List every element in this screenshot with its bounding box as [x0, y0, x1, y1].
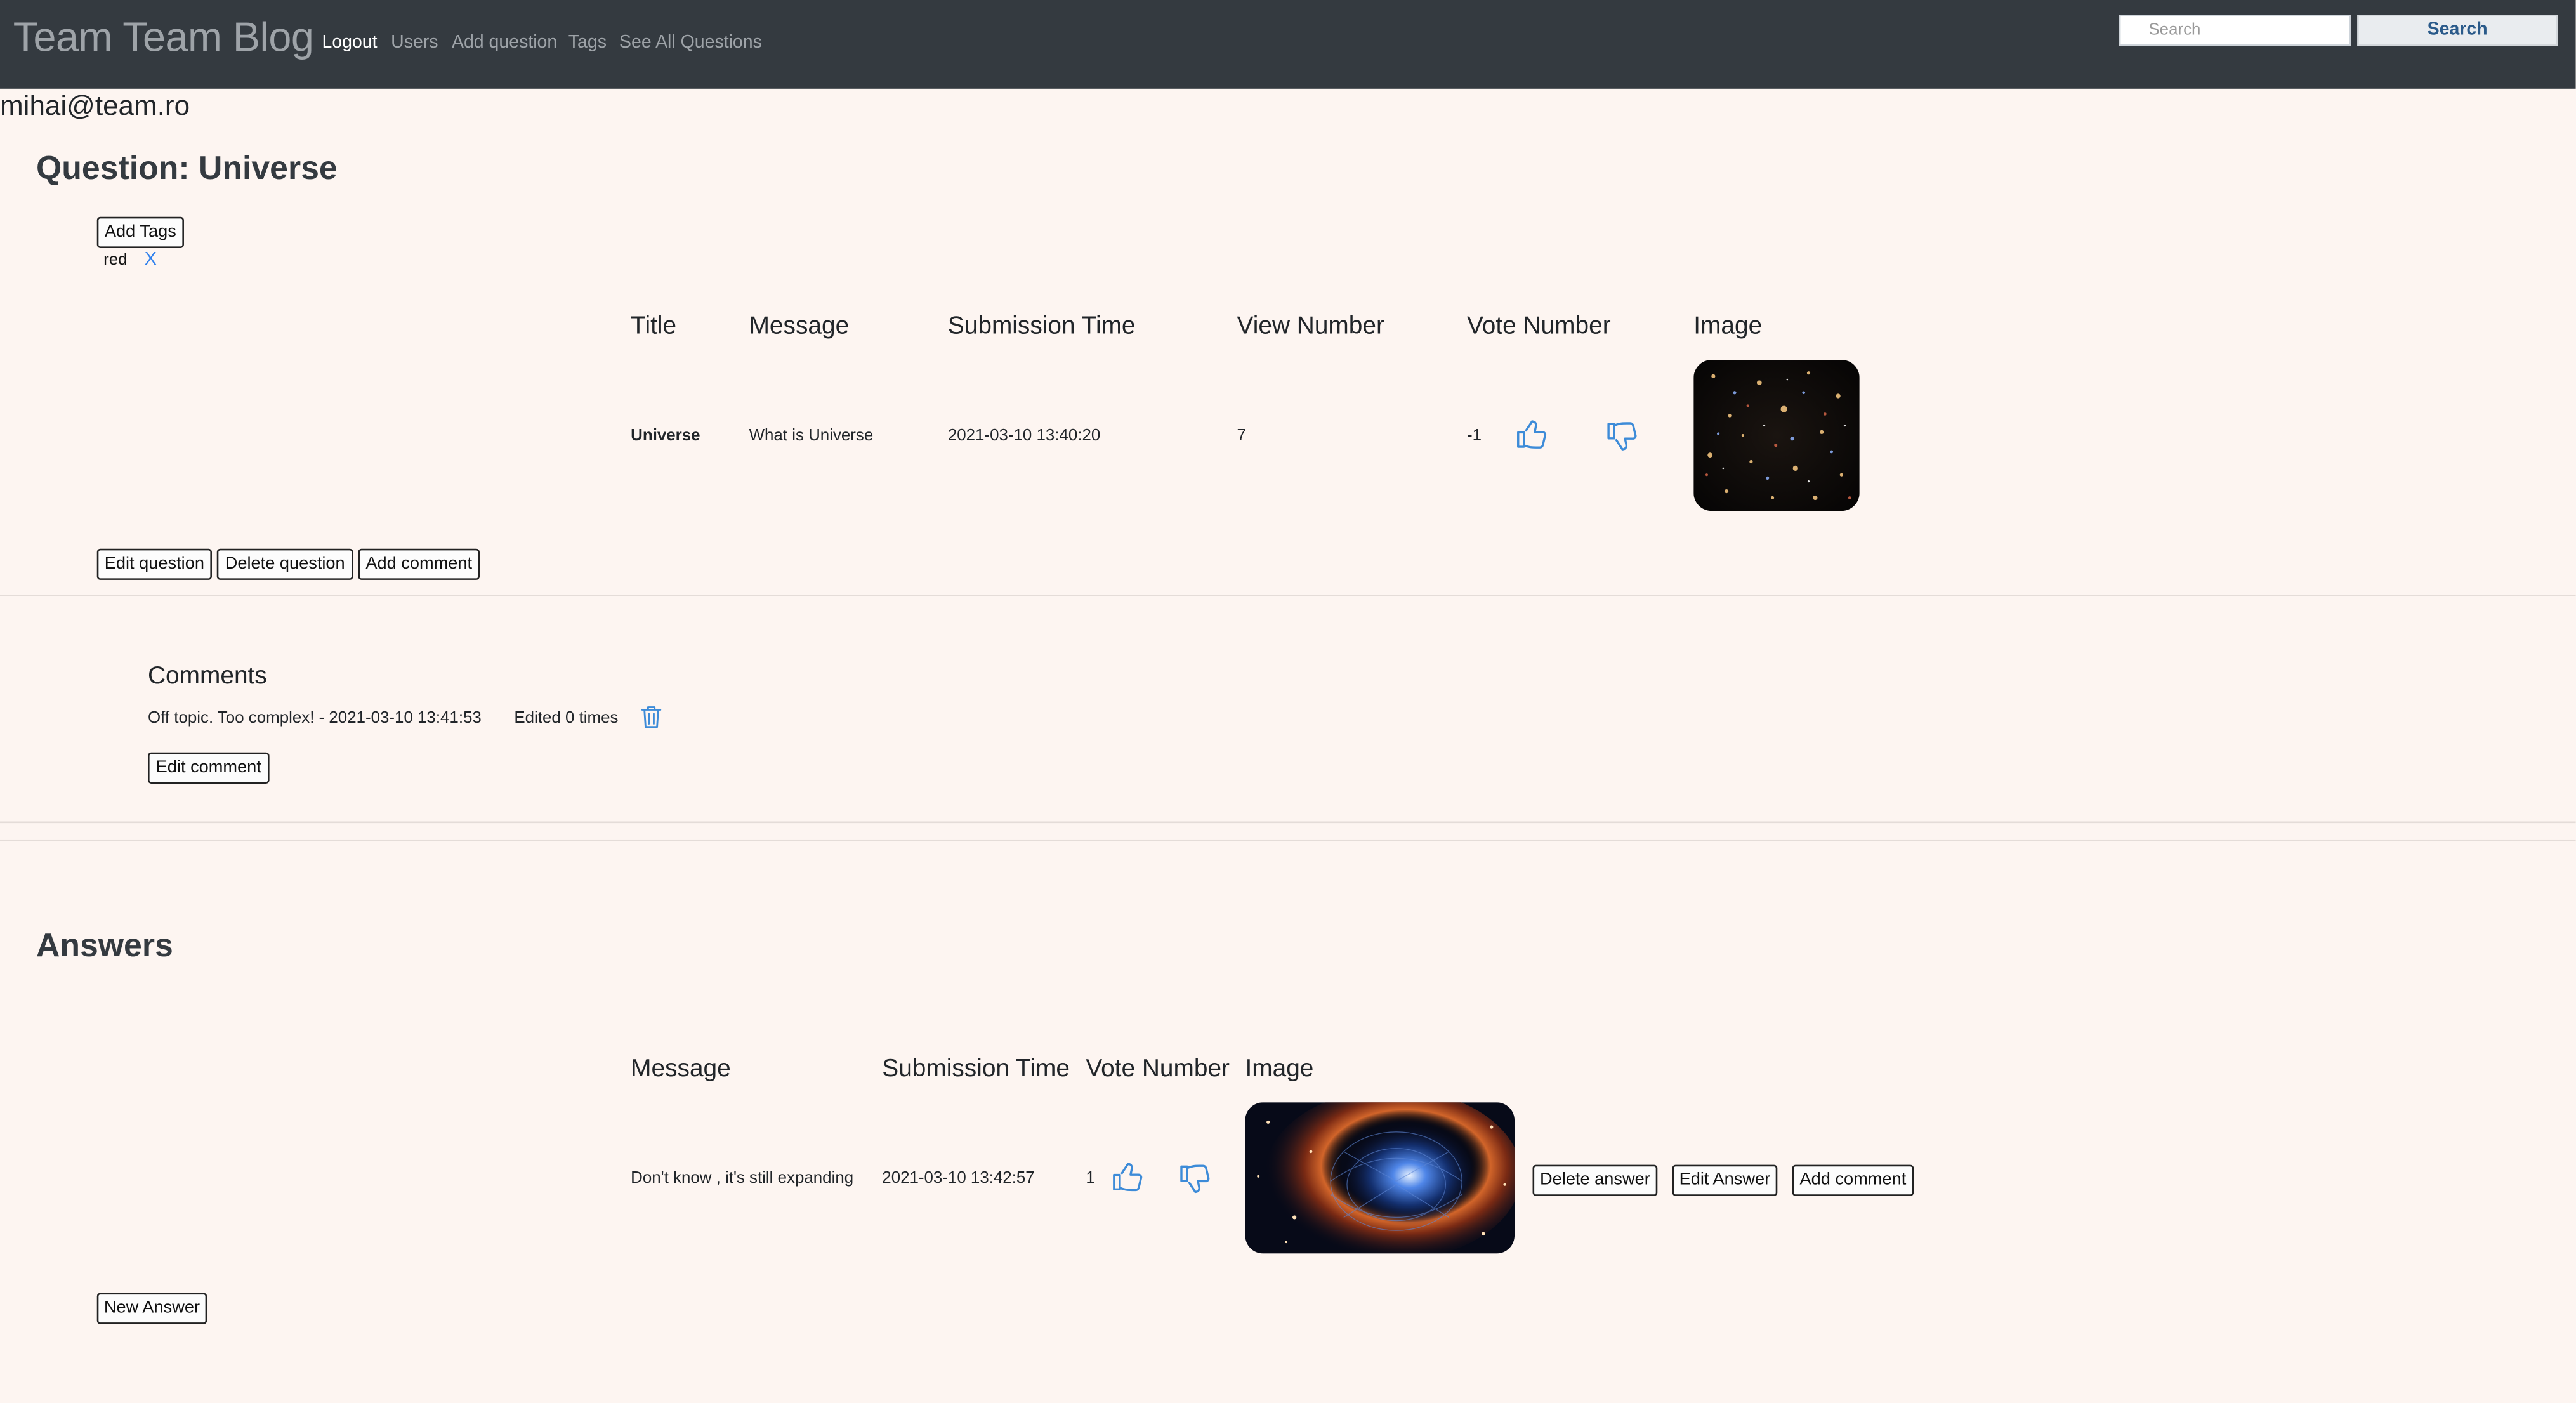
nav-see-all-questions-link[interactable]: See All Questions — [619, 33, 762, 53]
thumbs-up-icon[interactable] — [1110, 1160, 1145, 1194]
search-input[interactable] — [2119, 15, 2351, 46]
comments-heading: Comments — [148, 662, 267, 690]
edit-comment-button[interactable]: Edit comment — [148, 752, 270, 784]
divider — [0, 595, 2576, 596]
question-header-message: Message — [749, 312, 850, 340]
question-header-view-number: View Number — [1237, 312, 1384, 340]
edit-question-button[interactable]: Edit question — [96, 548, 212, 580]
answer-vote-number: 1 — [1086, 1169, 1095, 1188]
search-button[interactable]: Search — [2357, 15, 2558, 46]
question-header-vote-number: Vote Number — [1466, 312, 1611, 340]
question-title: Universe — [631, 427, 700, 445]
answer-message: Don't know , it's still expanding — [631, 1169, 854, 1188]
question-submission-time: 2021-03-10 13:40:20 — [947, 427, 1101, 445]
edit-answer-button[interactable]: Edit Answer — [1672, 1164, 1778, 1196]
divider — [0, 839, 2576, 841]
question-header-image: Image — [1693, 312, 1763, 340]
divider — [0, 821, 2576, 824]
answers-heading: Answers — [36, 928, 173, 965]
answer-header-vote-number: Vote Number — [1086, 1055, 1230, 1083]
add-comment-answer-button[interactable]: Add comment — [1792, 1164, 1914, 1196]
answer-header-submission-time: Submission Time — [882, 1055, 1070, 1083]
question-message: What is Universe — [749, 427, 874, 445]
thumbs-down-icon[interactable] — [1605, 419, 1639, 453]
answer-image — [1245, 1102, 1515, 1254]
question-header-title: Title — [631, 312, 677, 340]
thumbs-down-icon[interactable] — [1178, 1161, 1212, 1196]
question-view-number: 7 — [1237, 427, 1246, 445]
answer-header-image: Image — [1245, 1055, 1314, 1083]
comment-text: Off topic. Too complex! - 2021-03-10 13:… — [148, 709, 482, 728]
delete-answer-button[interactable]: Delete answer — [1532, 1164, 1658, 1196]
new-answer-button[interactable]: New Answer — [96, 1293, 207, 1324]
nav-add-question-link[interactable]: Add question — [452, 33, 557, 53]
question-vote-number: -1 — [1466, 427, 1482, 445]
nav-logout-link[interactable]: Logout — [322, 33, 377, 53]
user-email: mihai@team.ro — [0, 90, 190, 122]
thumbs-up-icon[interactable] — [1515, 418, 1549, 452]
nav-tags-link[interactable]: Tags — [568, 33, 607, 53]
brand-title[interactable]: Team Team Blog — [13, 15, 314, 62]
comment-edited-count: Edited 0 times — [514, 709, 619, 728]
add-comment-question-button[interactable]: Add comment — [358, 548, 480, 580]
delete-question-button[interactable]: Delete question — [216, 548, 353, 580]
remove-tag-link[interactable]: X — [145, 250, 157, 270]
add-tags-button[interactable]: Add Tags — [96, 216, 184, 248]
nav-users-link[interactable]: Users — [391, 33, 438, 53]
question-header-submission-time: Submission Time — [947, 312, 1136, 340]
answer-submission-time: 2021-03-10 13:42:57 — [882, 1169, 1035, 1188]
trash-icon[interactable] — [641, 705, 662, 730]
tag-label: red — [103, 251, 128, 270]
question-image — [1693, 359, 1860, 511]
question-heading: Question: Universe — [36, 151, 338, 188]
answer-header-message: Message — [631, 1055, 731, 1083]
